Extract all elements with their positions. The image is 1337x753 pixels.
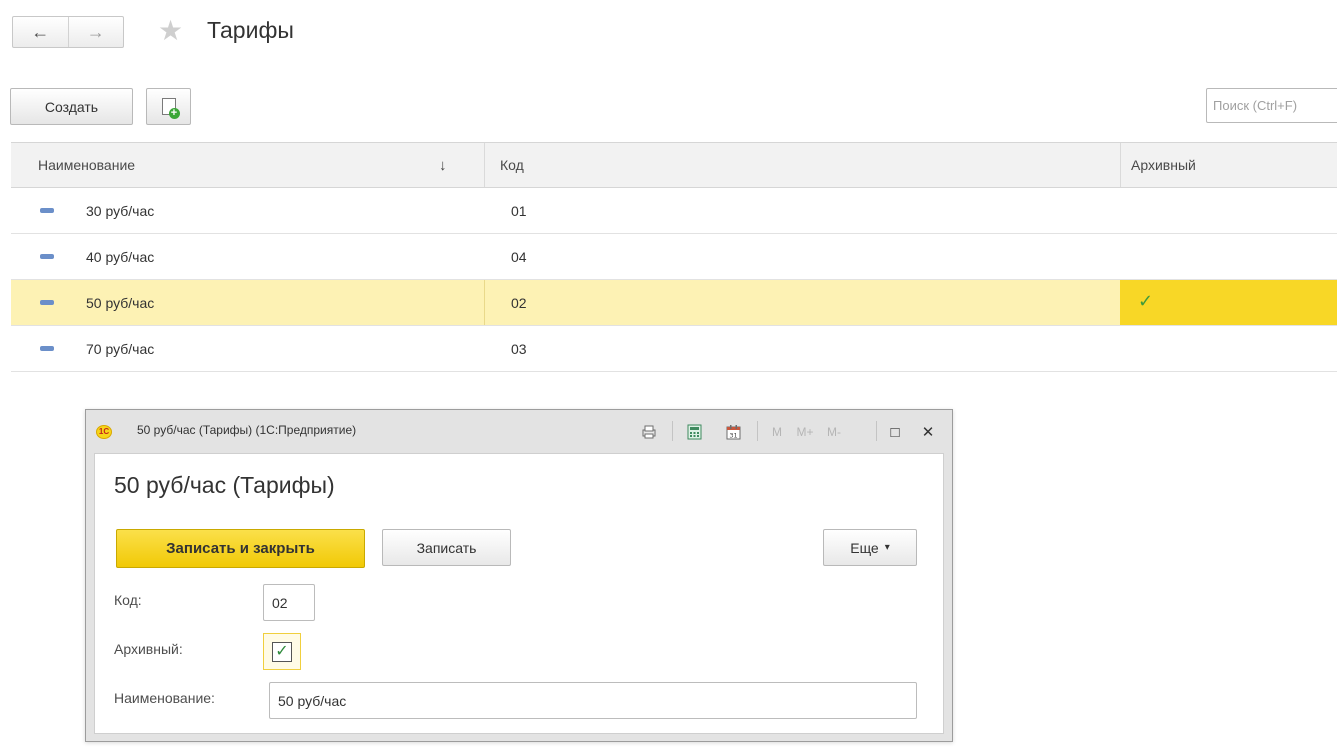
add-copy-button[interactable] bbox=[146, 88, 191, 125]
cell-name: 30 руб/час bbox=[86, 202, 155, 219]
name-label: Наименование: bbox=[114, 690, 215, 706]
toolbar-divider bbox=[757, 421, 758, 441]
code-label: Код: bbox=[114, 592, 142, 608]
archived-checkbox-focus[interactable]: ✓ bbox=[263, 633, 301, 670]
search-input[interactable]: Поиск (Ctrl+F) bbox=[1206, 88, 1337, 123]
dialog-heading: 50 руб/час (Тарифы) bbox=[114, 472, 335, 498]
name-field[interactable]: 50 руб/час bbox=[269, 682, 917, 719]
memory-button[interactable]: M bbox=[769, 422, 785, 442]
column-header-archived[interactable]: Архивный bbox=[1131, 143, 1196, 187]
memory-minus-button[interactable]: M- bbox=[823, 422, 845, 442]
memory-plus-button[interactable]: M+ bbox=[794, 422, 816, 442]
cell-code: 02 bbox=[511, 294, 527, 311]
dialog-titlebar[interactable]: 1С 50 руб/час (Тарифы) (1С:Предприятие) … bbox=[86, 410, 952, 453]
cell-name: 40 руб/час bbox=[86, 248, 155, 265]
favorite-star-icon[interactable]: ★ bbox=[158, 16, 188, 46]
create-button[interactable]: Создать bbox=[10, 88, 133, 125]
maximize-icon[interactable]: □ bbox=[885, 422, 905, 442]
arrow-left-icon: ← bbox=[31, 21, 50, 42]
column-header-code[interactable]: Код bbox=[500, 143, 524, 187]
checkmark-icon: ✓ bbox=[275, 642, 289, 660]
catalog-item-icon bbox=[40, 208, 54, 213]
catalog-item-icon bbox=[40, 254, 54, 259]
toolbar-divider bbox=[876, 421, 877, 441]
dialog-window-title: 50 руб/час (Тарифы) (1С:Предприятие) bbox=[137, 423, 357, 437]
cell-code: 04 bbox=[511, 248, 527, 265]
sort-descending-icon: ↓ bbox=[439, 156, 447, 174]
table-row-selected[interactable]: 50 руб/час 02 ✓ bbox=[11, 280, 1337, 326]
svg-text:31: 31 bbox=[729, 432, 737, 440]
cell-name: 50 руб/час bbox=[86, 294, 155, 311]
table-row[interactable]: 40 руб/час 04 bbox=[11, 234, 1337, 280]
archived-label: Архивный: bbox=[114, 641, 183, 657]
cell-code: 03 bbox=[511, 340, 527, 357]
navigation-buttons: ← → bbox=[12, 16, 124, 48]
column-header-name[interactable]: Наименование bbox=[38, 143, 135, 187]
print-icon[interactable] bbox=[638, 422, 660, 442]
archived-checkbox[interactable]: ✓ bbox=[272, 641, 292, 662]
calendar-icon[interactable]: 31 bbox=[722, 422, 744, 442]
cell-code: 01 bbox=[511, 202, 527, 219]
save-button[interactable]: Записать bbox=[382, 529, 511, 566]
catalog-item-icon bbox=[40, 346, 54, 351]
cell-name: 70 руб/час bbox=[86, 340, 155, 357]
add-document-icon bbox=[161, 98, 180, 119]
tariffs-table: Наименование ↓ Код Архивный 30 руб/час 0… bbox=[11, 142, 1337, 372]
checkmark-icon: ✓ bbox=[1138, 291, 1154, 311]
code-field[interactable]: 02 bbox=[263, 584, 315, 621]
close-icon[interactable]: ✕ bbox=[918, 422, 938, 442]
save-and-close-button[interactable]: Записать и закрыть bbox=[116, 529, 365, 568]
dialog-body: 50 руб/час (Тарифы) Записать и закрыть З… bbox=[94, 453, 944, 734]
back-button[interactable]: ← bbox=[13, 17, 68, 47]
page-title: Тарифы bbox=[207, 17, 294, 43]
table-row[interactable]: 30 руб/час 01 bbox=[11, 188, 1337, 234]
more-button-label: Еще bbox=[850, 539, 879, 556]
table-row[interactable]: 70 руб/час 03 bbox=[11, 326, 1337, 372]
calculator-icon[interactable] bbox=[683, 422, 705, 442]
forward-button[interactable]: → bbox=[67, 17, 124, 47]
arrow-right-icon: → bbox=[86, 21, 105, 42]
chevron-down-icon: ▾ bbox=[884, 542, 890, 553]
column-divider[interactable] bbox=[484, 143, 485, 187]
item-dialog-window: 1С 50 руб/час (Тарифы) (1С:Предприятие) … bbox=[85, 409, 953, 742]
1c-logo-icon: 1С bbox=[96, 425, 112, 439]
more-menu-button[interactable]: Еще ▾ bbox=[823, 529, 917, 566]
toolbar-divider bbox=[672, 421, 673, 441]
column-divider[interactable] bbox=[1120, 143, 1121, 187]
table-header: Наименование ↓ Код Архивный bbox=[11, 142, 1337, 188]
column-divider bbox=[484, 280, 485, 325]
catalog-item-icon bbox=[40, 300, 54, 305]
